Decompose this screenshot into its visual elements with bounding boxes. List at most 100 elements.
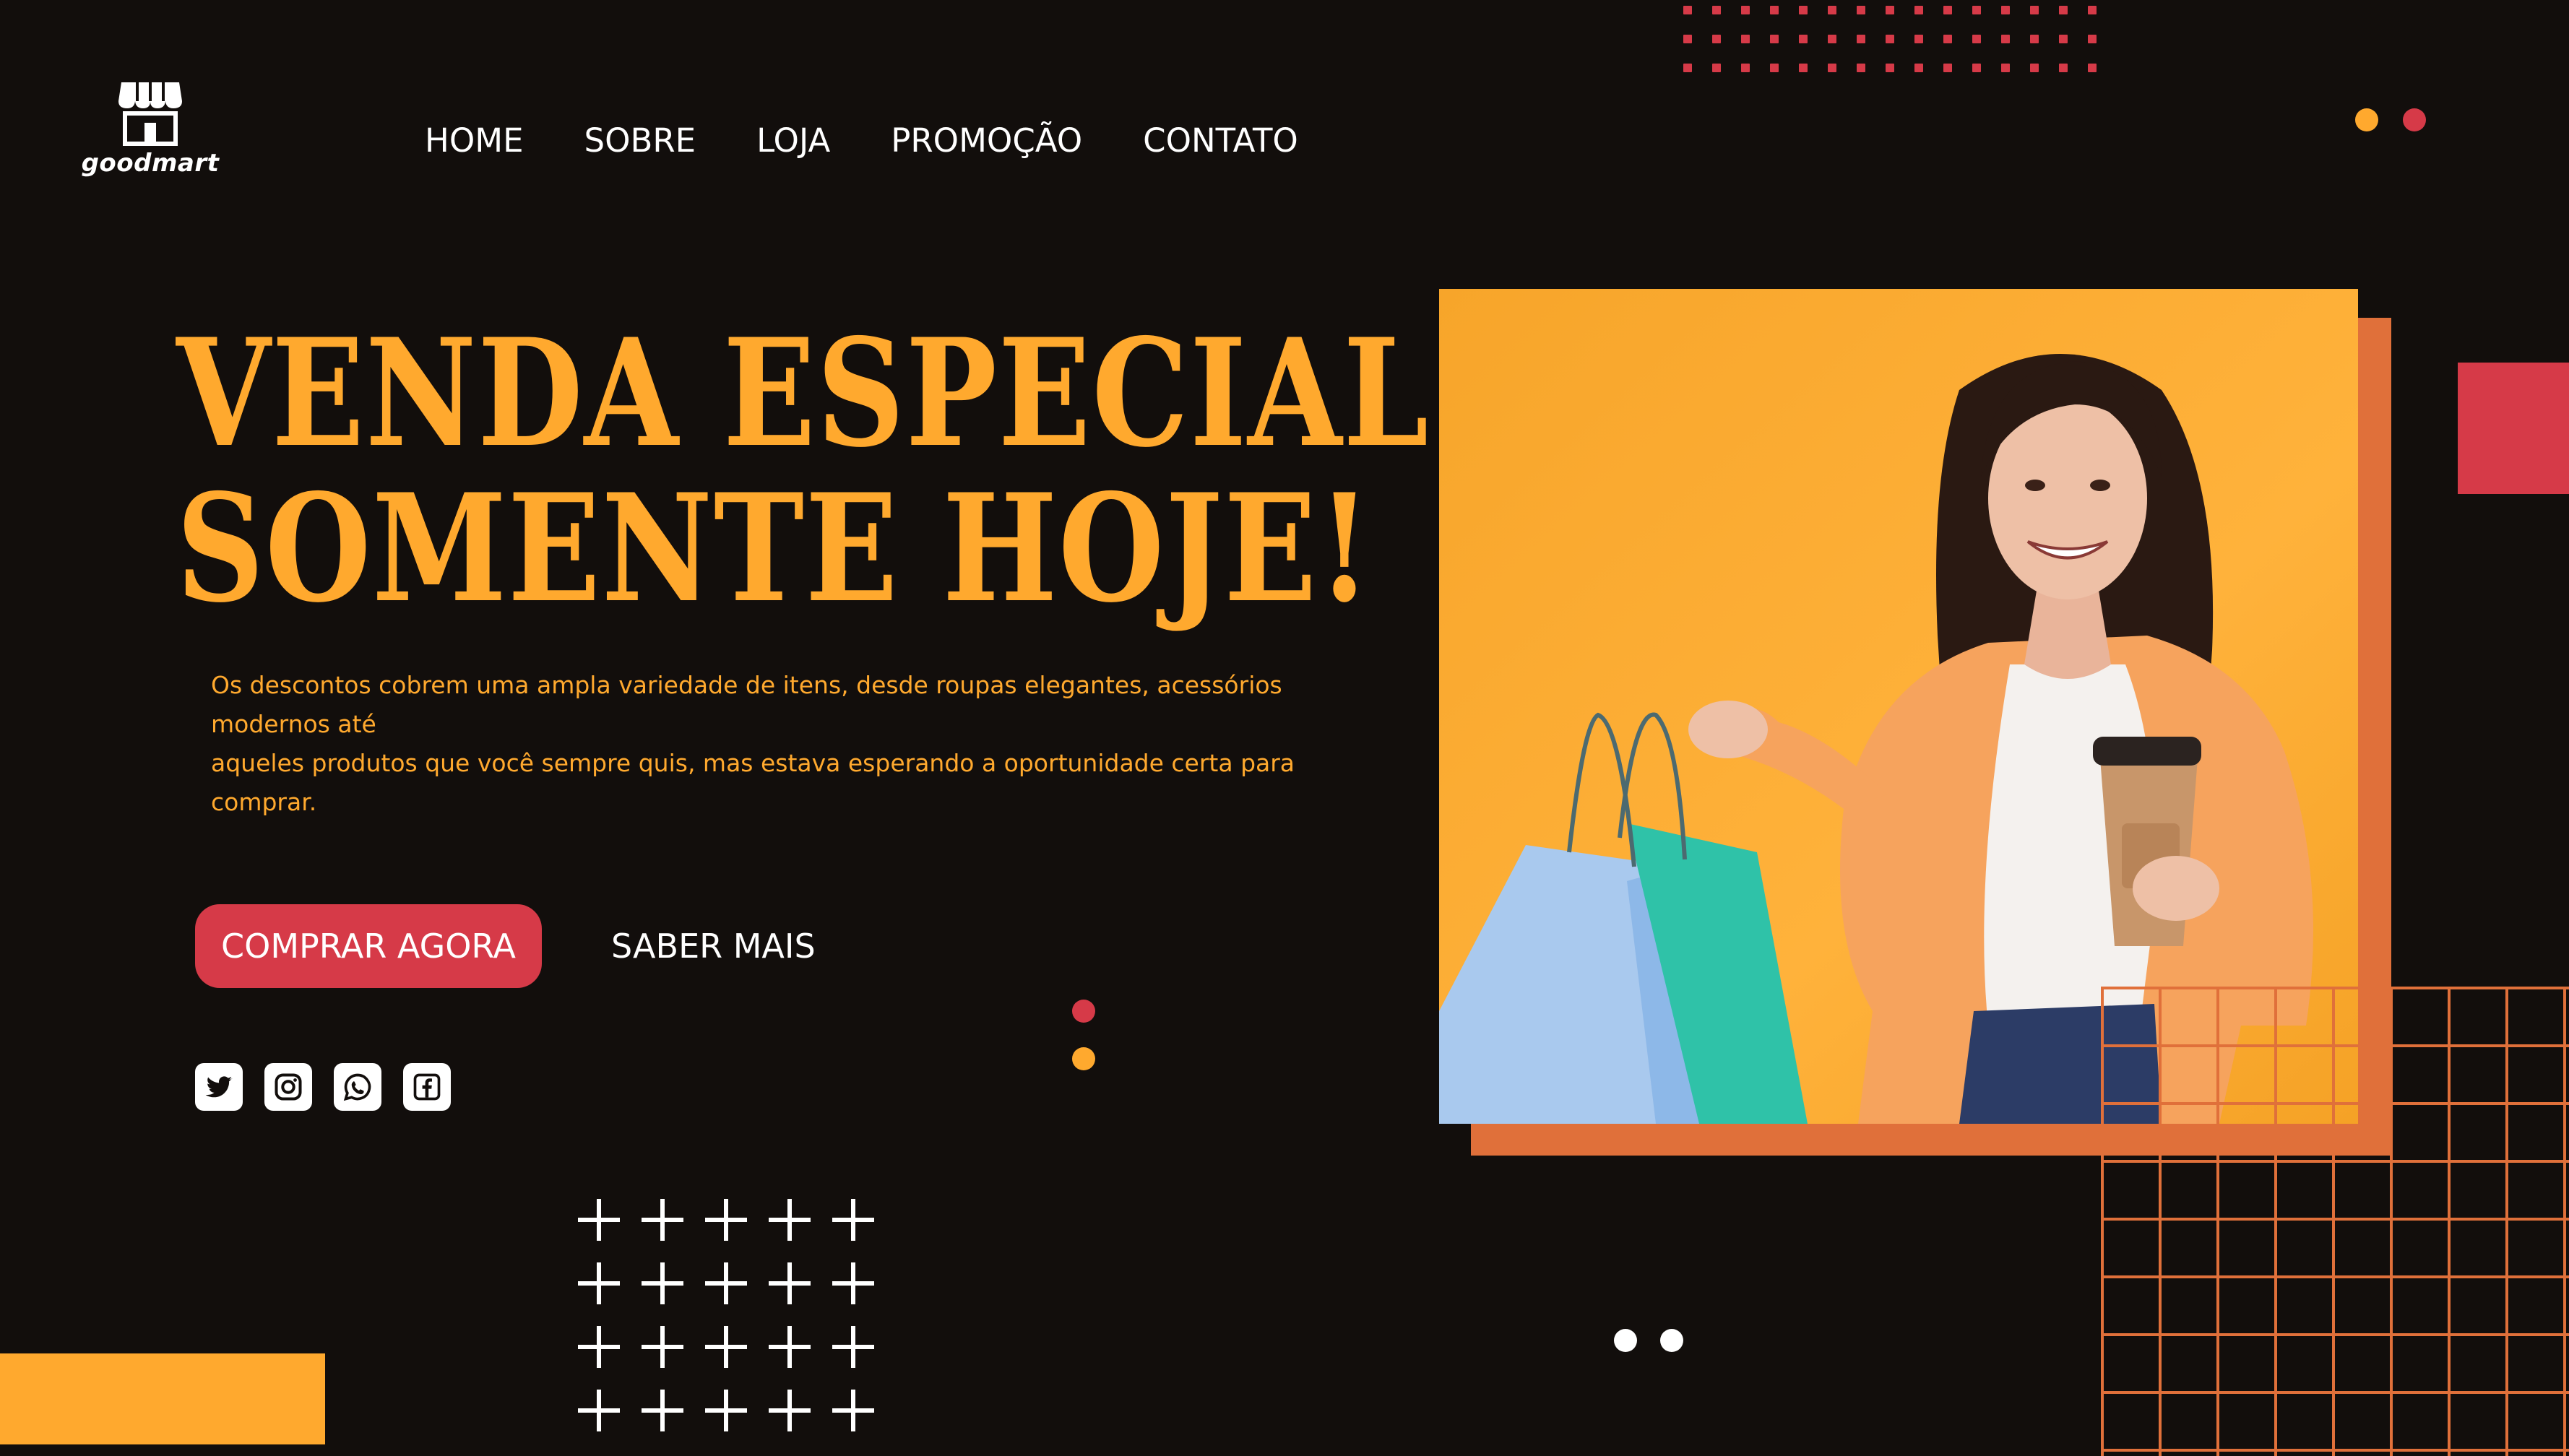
hero-description-line2: aqueles produtos que você sempre quis, m… — [211, 749, 1295, 816]
dot-grid-square — [2030, 35, 2039, 43]
grid-lines-decoration — [2101, 987, 2569, 1456]
dot-grid-square — [1828, 6, 1836, 14]
dot-grid-square — [1914, 6, 1923, 14]
dot-grid-square — [1914, 64, 1923, 72]
twitter-link[interactable] — [195, 1063, 243, 1111]
storefront-icon — [118, 82, 182, 146]
plus-sign-decoration — [832, 1262, 874, 1304]
hero-headline: VENDA ESPECIAL SOMENTE HOJE! — [176, 316, 1441, 627]
instagram-icon — [275, 1073, 302, 1101]
plus-sign-decoration — [642, 1199, 683, 1241]
dot-grid-square — [1857, 35, 1865, 43]
plus-sign-decoration — [705, 1262, 747, 1304]
yellow-block-decoration — [0, 1353, 325, 1444]
red-block-decoration — [2458, 363, 2569, 494]
dot-grid-square — [1683, 35, 1692, 43]
brand-name: goodmart — [81, 149, 220, 178]
dot-grid-square — [1770, 6, 1779, 14]
dot-grid-square — [1741, 6, 1750, 14]
dot-grid-square — [1943, 64, 1952, 72]
nav-item-loja[interactable]: LOJA — [756, 116, 830, 166]
dot-grid-square — [2030, 64, 2039, 72]
plus-grid-decoration — [578, 1199, 896, 1444]
plus-sign-decoration — [578, 1262, 620, 1304]
dot-grid-square — [1712, 6, 1721, 14]
dot-grid-square — [1770, 35, 1779, 43]
nav-item-promocao[interactable]: PROMOÇÃO — [891, 116, 1082, 166]
plus-sign-decoration — [642, 1390, 683, 1431]
whatsapp-icon — [343, 1073, 371, 1101]
yellow-dot-decoration — [2355, 108, 2378, 131]
dot-grid-square — [1799, 35, 1808, 43]
dot-grid-square — [2001, 35, 2010, 43]
main-nav: HOME SOBRE LOJA PROMOÇÃO CONTATO — [425, 116, 1298, 166]
white-dot-decoration — [1660, 1329, 1683, 1352]
dot-grid-square — [1741, 64, 1750, 72]
dot-grid-square — [2088, 64, 2097, 72]
white-dot-decoration — [1614, 1329, 1637, 1352]
dot-grid-square — [1943, 35, 1952, 43]
instagram-link[interactable] — [264, 1063, 312, 1111]
buy-now-button[interactable]: COMPRAR AGORA — [195, 904, 542, 988]
dot-grid-square — [1712, 35, 1721, 43]
dot-grid-square — [1712, 64, 1721, 72]
plus-sign-decoration — [705, 1199, 747, 1241]
nav-item-contato[interactable]: CONTATO — [1143, 116, 1298, 166]
dot-grid-square — [1972, 64, 1981, 72]
facebook-link[interactable] — [403, 1063, 451, 1111]
dot-grid-square — [1741, 35, 1750, 43]
dot-grid-square — [2059, 35, 2068, 43]
dot-grid-square — [2059, 64, 2068, 72]
dot-grid-square — [1799, 64, 1808, 72]
dot-grid-square — [1828, 64, 1836, 72]
dot-grid-square — [2030, 6, 2039, 14]
plus-sign-decoration — [769, 1326, 811, 1368]
dot-grid-square — [1770, 64, 1779, 72]
plus-sign-decoration — [578, 1326, 620, 1368]
plus-sign-decoration — [769, 1262, 811, 1304]
dot-grid-square — [1886, 6, 1894, 14]
dot-grid-square — [1886, 64, 1894, 72]
plus-sign-decoration — [769, 1199, 811, 1241]
plus-sign-decoration — [832, 1390, 874, 1431]
nav-item-sobre[interactable]: SOBRE — [584, 116, 696, 166]
plus-sign-decoration — [578, 1390, 620, 1431]
dot-grid-square — [1683, 64, 1692, 72]
brand-logo[interactable]: goodmart — [78, 79, 223, 181]
dot-grid-square — [2059, 6, 2068, 14]
plus-sign-decoration — [769, 1390, 811, 1431]
dot-grid-square — [2088, 35, 2097, 43]
hero-description-line1: Os descontos cobrem uma ampla variedade … — [211, 671, 1282, 738]
dot-grid-square — [2001, 6, 2010, 14]
dot-grid-square — [1857, 64, 1865, 72]
dot-grid-square — [1683, 6, 1692, 14]
red-dot-decoration — [1072, 1000, 1095, 1023]
dot-grid-square — [1943, 6, 1952, 14]
learn-more-button[interactable]: SABER MAIS — [611, 904, 816, 988]
dot-grid-square — [1828, 35, 1836, 43]
plus-sign-decoration — [578, 1199, 620, 1241]
dot-grid-square — [2088, 6, 2097, 14]
social-links — [195, 1063, 451, 1111]
facebook-icon — [413, 1073, 441, 1101]
dot-grid-square — [1914, 35, 1923, 43]
plus-sign-decoration — [642, 1262, 683, 1304]
dot-grid-square — [1799, 6, 1808, 14]
plus-sign-decoration — [832, 1326, 874, 1368]
yellow-dot-decoration — [1072, 1047, 1095, 1070]
red-dot-decoration — [2403, 108, 2426, 131]
dot-grid-square — [1972, 6, 1981, 14]
dot-grid-square — [1886, 35, 1894, 43]
plus-sign-decoration — [832, 1199, 874, 1241]
hero-description: Os descontos cobrem uma ampla variedade … — [211, 666, 1381, 822]
hero-headline-line2: SOMENTE HOJE! — [176, 462, 1373, 636]
twitter-icon — [205, 1076, 233, 1098]
hero-headline-line1: VENDA ESPECIAL — [176, 307, 1430, 480]
nav-item-home[interactable]: HOME — [425, 116, 524, 166]
plus-sign-decoration — [705, 1390, 747, 1431]
plus-sign-decoration — [642, 1326, 683, 1368]
dot-grid-decoration — [1683, 6, 2117, 85]
whatsapp-link[interactable] — [334, 1063, 381, 1111]
dot-grid-square — [1857, 6, 1865, 14]
plus-sign-decoration — [705, 1326, 747, 1368]
